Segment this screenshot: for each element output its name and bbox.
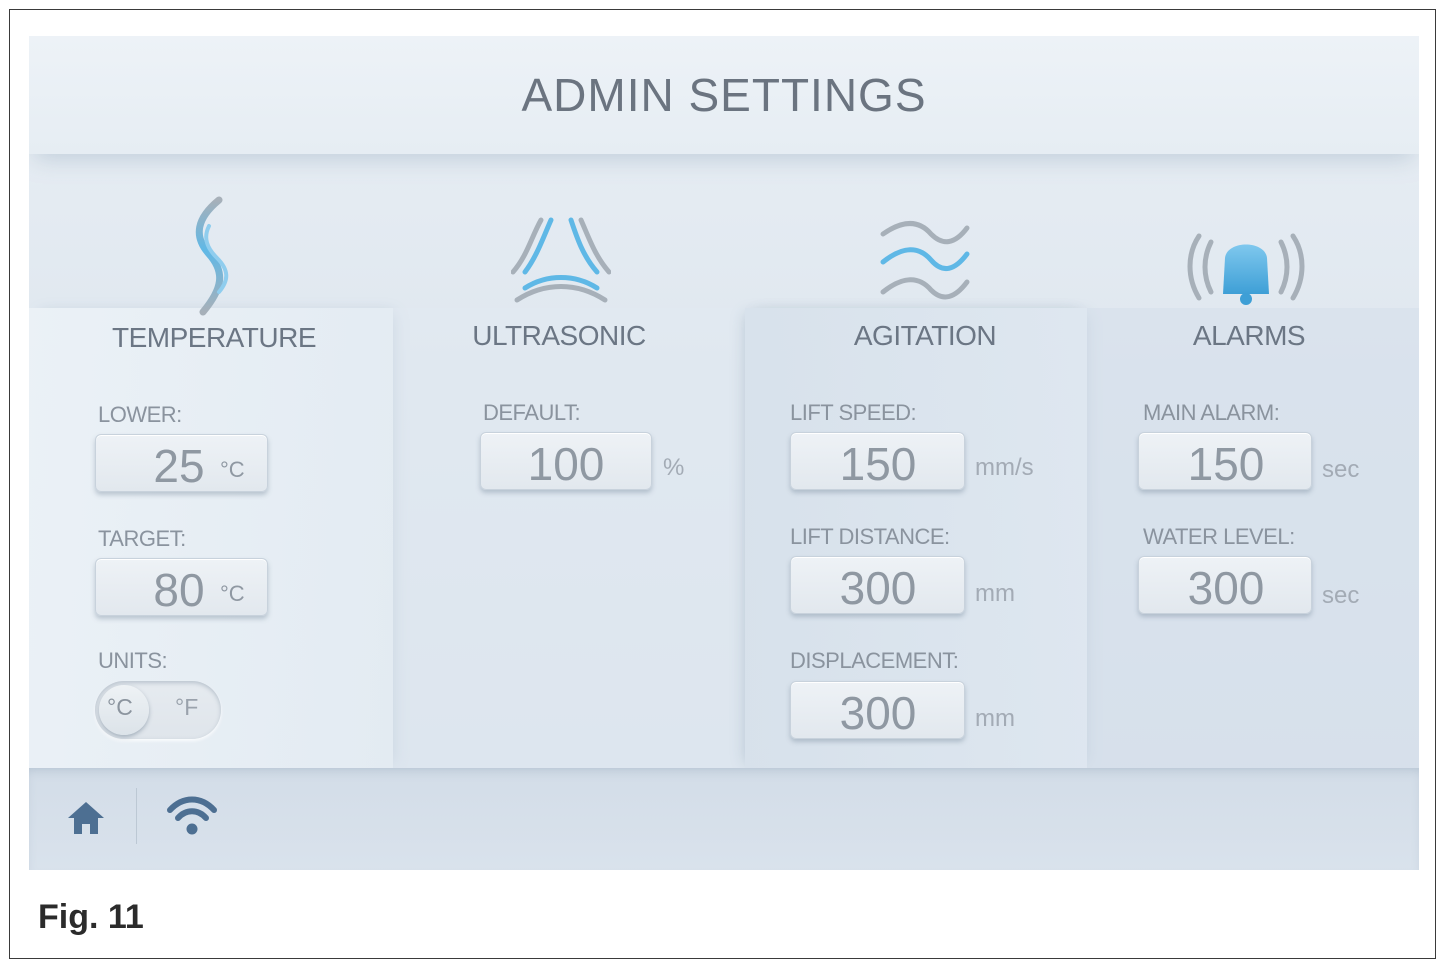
- footer-bar: [29, 768, 1419, 870]
- lift-speed-label: LIFT SPEED:: [790, 400, 917, 425]
- footer-divider: [136, 788, 137, 844]
- ultrasonic-default-value: 100: [527, 438, 605, 490]
- water-level-input[interactable]: 300: [1138, 556, 1312, 614]
- lift-distance-value: 300: [839, 562, 917, 614]
- alarms-label: ALARMS: [1192, 320, 1306, 351]
- lift-speed-unit: mm/s: [975, 454, 1034, 481]
- lift-speed-value: 150: [839, 438, 917, 490]
- lower-temp-input[interactable]: 25 °C: [95, 434, 268, 492]
- main-alarm-input[interactable]: 150: [1138, 432, 1312, 490]
- temperature-label: TEMPERATURE: [112, 322, 317, 353]
- home-icon[interactable]: [65, 798, 107, 838]
- ultrasonic-default-input[interactable]: 100: [480, 432, 652, 490]
- ultrasonic-waves-icon: [511, 217, 611, 303]
- header-bar: ADMIN SETTINGS: [29, 36, 1419, 154]
- water-level-unit: sec: [1322, 582, 1360, 609]
- target-temp-input[interactable]: 80 °C: [95, 558, 268, 616]
- water-level-value: 300: [1187, 562, 1265, 614]
- lift-distance-label: LIFT DISTANCE:: [790, 524, 950, 549]
- units-label: UNITS:: [98, 648, 168, 673]
- displacement-input[interactable]: 300: [790, 681, 965, 739]
- ultrasonic-label: ULTRASONIC: [472, 320, 646, 351]
- lift-distance-unit: mm: [975, 580, 1015, 607]
- agitation-waves-icon: [880, 221, 970, 300]
- figure-caption: Fig. 11: [38, 898, 144, 936]
- target-label: TARGET:: [98, 526, 186, 551]
- admin-settings-screen: ADMIN SETTINGS TEMPERATURE LOWER: 25 °C …: [29, 36, 1419, 870]
- page-title: ADMIN SETTINGS: [521, 69, 927, 121]
- displacement-value: 300: [839, 687, 917, 739]
- unit-option-fahrenheit[interactable]: °F: [175, 694, 198, 721]
- ultrasonic-unit: %: [663, 454, 685, 481]
- units-toggle[interactable]: °C °F: [95, 681, 221, 739]
- target-temp-unit: °C: [220, 581, 245, 606]
- heat-wave-icon: [195, 196, 229, 316]
- lower-temp-value: 25: [153, 440, 205, 492]
- main-alarm-value: 150: [1187, 438, 1265, 490]
- main-alarm-unit: sec: [1322, 456, 1360, 483]
- displacement-label: DISPLACEMENT:: [790, 648, 959, 673]
- bell-icon: [1187, 233, 1305, 305]
- target-temp-value: 80: [153, 564, 205, 616]
- water-level-label: WATER LEVEL:: [1143, 524, 1295, 549]
- lower-label: LOWER:: [98, 402, 182, 427]
- wifi-icon[interactable]: [167, 794, 217, 838]
- displacement-unit: mm: [975, 705, 1015, 732]
- main-alarm-label: MAIN ALARM:: [1143, 400, 1280, 425]
- lift-distance-input[interactable]: 300: [790, 556, 965, 614]
- unit-option-celsius[interactable]: °C: [107, 694, 133, 721]
- lift-speed-input[interactable]: 150: [790, 432, 965, 490]
- default-label: DEFAULT:: [483, 400, 581, 425]
- lower-temp-unit: °C: [220, 457, 245, 482]
- ultrasonic-panel: [393, 308, 745, 768]
- agitation-label: AGITATION: [853, 320, 997, 351]
